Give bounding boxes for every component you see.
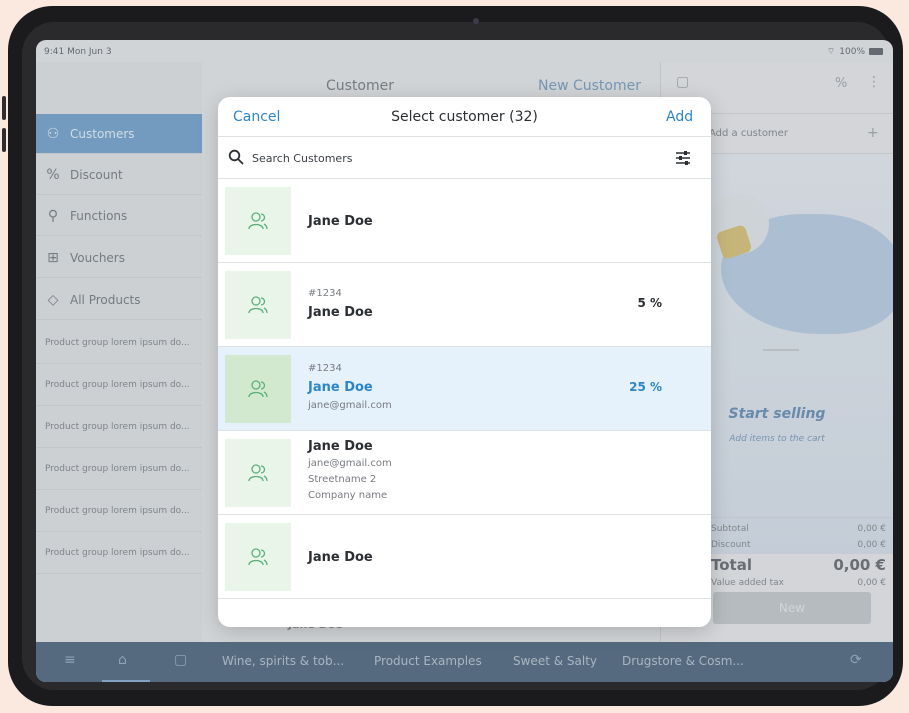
volume-button — [2, 96, 6, 120]
customer-name: Jane Doe — [308, 214, 373, 229]
modal-title: Select customer (32) — [391, 109, 538, 125]
customer-avatar — [225, 271, 291, 339]
customer-avatar — [225, 523, 291, 591]
customer-row[interactable]: Jane Doe jane@gmail.com Streetname 2 Com… — [218, 431, 711, 515]
search-input[interactable] — [252, 148, 652, 168]
customer-row-selected[interactable]: #1234 Jane Doe jane@gmail.com 25 % — [218, 347, 711, 431]
cancel-button[interactable]: Cancel — [233, 109, 280, 125]
filter-icon[interactable] — [674, 149, 692, 167]
customer-street: Streetname 2 — [308, 474, 377, 485]
customer-discount: 25 % — [629, 380, 662, 394]
customer-row[interactable]: Jane Doe — [218, 179, 711, 263]
customer-icon — [248, 296, 268, 314]
customer-icon — [248, 464, 268, 482]
customer-avatar — [225, 439, 291, 507]
camera — [473, 18, 479, 24]
customer-name: Jane Doe — [308, 380, 373, 395]
customer-row[interactable]: Jane Doe — [218, 515, 711, 599]
search-icon — [228, 149, 244, 165]
customer-discount: 5 % — [637, 296, 662, 310]
customer-email: jane@gmail.com — [308, 458, 392, 469]
add-button[interactable]: Add — [666, 109, 693, 125]
customer-avatar — [225, 355, 291, 423]
customer-name: Jane Doe — [308, 439, 373, 454]
search-bar — [218, 137, 711, 179]
customer-name: Jane Doe — [308, 305, 373, 320]
customer-id: #1234 — [308, 363, 342, 374]
customer-company: Company name — [308, 490, 388, 501]
modal-header: Select customer (32) Cancel Add — [218, 97, 711, 137]
customer-name: Jane Doe — [308, 550, 373, 565]
customer-email: jane@gmail.com — [308, 400, 392, 411]
customer-id: #1234 — [308, 288, 342, 299]
customer-avatar — [225, 187, 291, 255]
customer-row[interactable]: #1234 Jane Doe 5 % — [218, 263, 711, 347]
customer-icon — [248, 212, 268, 230]
customer-icon — [248, 380, 268, 398]
customer-icon — [248, 548, 268, 566]
select-customer-modal: Select customer (32) Cancel Add Jane Doe… — [218, 97, 711, 627]
volume-button — [2, 128, 6, 152]
